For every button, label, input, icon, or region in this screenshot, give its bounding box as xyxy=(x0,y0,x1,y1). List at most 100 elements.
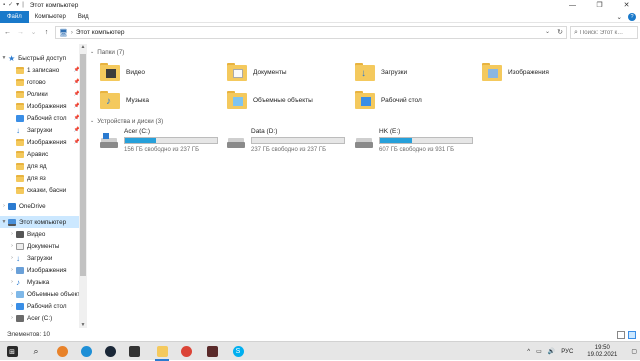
notification-icon[interactable]: ▢ xyxy=(631,348,637,355)
tray-overflow-icon[interactable]: ^ xyxy=(527,349,530,355)
clock[interactable]: 19:50 19.02.2021 xyxy=(584,345,620,359)
chevron-right-icon[interactable]: › xyxy=(8,303,16,309)
battery-icon[interactable]: ▭ xyxy=(536,348,542,355)
nav-scrollbar[interactable]: ▲ ▼ xyxy=(79,44,87,328)
nav-item-recorded[interactable]: 1 записано 📌 xyxy=(0,64,86,76)
breadcrumb-separator[interactable]: › xyxy=(71,30,73,36)
tiles-view-button[interactable] xyxy=(628,330,636,339)
nav-label: Быстрый доступ xyxy=(18,54,66,62)
chevron-right-icon[interactable]: › xyxy=(8,315,16,321)
nav-item-downloads[interactable]: ↓ Загрузки 📌 xyxy=(0,124,86,136)
folder-3d-objects[interactable]: Объемные объекты xyxy=(227,87,313,113)
nav-item-done[interactable]: готово 📌 xyxy=(0,76,86,88)
taskbar-app-1[interactable] xyxy=(50,342,74,361)
folder-music[interactable]: ♪ Музыка xyxy=(100,87,149,113)
taskbar-file-explorer[interactable] xyxy=(150,342,174,361)
group-title: Устройства и диски (3) xyxy=(97,117,164,125)
volume-icon[interactable]: 🔊 xyxy=(548,348,555,355)
nav-item-images[interactable]: Изображения 📌 xyxy=(0,100,86,112)
nav-item-aravis[interactable]: Аравис xyxy=(0,148,86,160)
language-indicator[interactable]: РУС xyxy=(561,349,573,355)
taskbar-chrome[interactable] xyxy=(174,342,198,361)
taskbar-app-game[interactable] xyxy=(200,342,224,361)
search-input[interactable] xyxy=(579,29,638,36)
nav-item-fairy-tales[interactable]: сказки, басни xyxy=(0,184,86,196)
refresh-icon[interactable]: ↻ xyxy=(557,27,563,38)
nav-item-desktop[interactable]: Рабочий стол 📌 xyxy=(0,112,86,124)
nav-item-for-yaz[interactable]: для яз xyxy=(0,172,86,184)
chevron-right-icon[interactable]: › xyxy=(8,231,16,237)
chevron-down-icon[interactable]: ⌄ xyxy=(90,49,94,55)
checkmark-icon[interactable]: ✓ xyxy=(8,0,13,11)
chevron-right-icon[interactable]: › xyxy=(8,291,16,297)
taskbar-search-button[interactable]: ⌕ xyxy=(24,342,48,361)
taskbar: ⊞ ⌕ S ^ ▭ 🔊 РУС 19:50 19.02.2021 ▢ xyxy=(0,341,640,361)
folder-documents[interactable]: Документы xyxy=(227,59,287,85)
folder-desktop[interactable]: Рабочий стол xyxy=(355,87,422,113)
folder-images[interactable]: Изображения xyxy=(482,59,549,85)
forward-button[interactable]: → xyxy=(15,27,26,38)
nav-item-images-2[interactable]: Изображения 📌 xyxy=(0,136,86,148)
nav-item-clips[interactable]: Ролики 📌 xyxy=(0,88,86,100)
details-view-button[interactable] xyxy=(617,330,625,339)
chevron-right-icon[interactable]: › xyxy=(0,203,8,209)
chevron-right-icon[interactable]: › xyxy=(8,243,16,249)
chevron-down-icon[interactable]: ▼ xyxy=(0,55,8,61)
chevron-right-icon[interactable]: › xyxy=(8,255,16,261)
scroll-up-icon[interactable]: ▲ xyxy=(79,44,87,50)
tab-computer[interactable]: Компьютер xyxy=(29,11,72,23)
nav-item-for-yad[interactable]: для яд xyxy=(0,160,86,172)
nav-pc-images[interactable]: › Изображения xyxy=(0,264,86,276)
nav-label: Документы xyxy=(27,242,60,250)
folder-video[interactable]: Видео xyxy=(100,59,145,85)
scrollbar-thumb[interactable] xyxy=(80,54,86,276)
address-bar[interactable]: 🖥 › Этот компьютер ⌄ ↻ xyxy=(55,26,567,39)
nav-label: OneDrive xyxy=(19,202,46,210)
nav-this-pc[interactable]: ▼ Этот компьютер xyxy=(0,216,86,228)
taskbar-skype[interactable]: S xyxy=(226,342,250,361)
nav-pc-documents[interactable]: › Документы xyxy=(0,240,86,252)
nav-quick-access[interactable]: ▼ ★ Быстрый доступ xyxy=(0,52,86,64)
taskbar-edge[interactable] xyxy=(74,342,98,361)
breadcrumb-this-pc[interactable]: Этот компьютер xyxy=(76,29,125,36)
nav-pc-downloads[interactable]: › ↓ Загрузки xyxy=(0,252,86,264)
search-box[interactable]: ⌕ xyxy=(570,26,638,39)
close-button[interactable]: ✕ xyxy=(613,0,640,11)
folders-group-header[interactable]: ⌄ Папки (7) xyxy=(90,47,124,57)
help-icon[interactable]: ? xyxy=(628,13,636,21)
view-switcher xyxy=(617,330,636,339)
downloads-folder-icon: ↓ xyxy=(355,63,375,81)
drive-c[interactable]: Acer (C:) 156 ГБ свободно из 237 ГБ xyxy=(100,128,225,158)
drives-group-header[interactable]: ⌄ Устройства и диски (3) xyxy=(90,116,163,126)
taskbar-app-video[interactable] xyxy=(122,342,146,361)
up-button[interactable]: ↑ xyxy=(41,27,52,38)
chevron-down-icon[interactable]: ▼ xyxy=(0,219,8,225)
customize-toolbar-icon[interactable]: ▾ xyxy=(16,0,19,11)
drive-e[interactable]: HK (E:) 607 ГБ свободно из 931 ГБ xyxy=(355,128,480,158)
nav-pc-drive-c[interactable]: › Acer (C:) xyxy=(0,312,86,324)
chevron-right-icon[interactable]: › xyxy=(8,267,16,273)
nav-pc-3d-objects[interactable]: › Объемные объекты xyxy=(0,288,86,300)
maximize-button[interactable]: ❐ xyxy=(586,0,613,11)
address-dropdown-icon[interactable]: ⌄ xyxy=(545,27,550,38)
start-button[interactable]: ⊞ xyxy=(0,342,24,361)
properties-icon[interactable]: ▪ xyxy=(3,0,5,11)
nav-pc-video[interactable]: › Видео xyxy=(0,228,86,240)
nav-pc-music[interactable]: › ♪ Музыка xyxy=(0,276,86,288)
drive-usage-fill xyxy=(125,138,157,143)
nav-label: Загрузки xyxy=(27,254,53,262)
nav-onedrive[interactable]: › OneDrive xyxy=(0,200,86,212)
folder-downloads[interactable]: ↓ Загрузки xyxy=(355,59,407,85)
minimize-button[interactable]: — xyxy=(559,0,586,11)
taskbar-app-steam[interactable] xyxy=(98,342,122,361)
chevron-down-icon[interactable]: ⌄ xyxy=(90,118,94,124)
tab-file[interactable]: Файл xyxy=(0,10,29,23)
group-title: Папки (7) xyxy=(97,48,125,56)
back-button[interactable]: ← xyxy=(2,27,13,38)
tab-view[interactable]: Вид xyxy=(72,11,95,23)
chevron-right-icon[interactable]: › xyxy=(8,279,16,285)
drive-d[interactable]: Data (D:) 237 ГБ свободно из 237 ГБ xyxy=(227,128,352,158)
nav-pc-desktop[interactable]: › Рабочий стол xyxy=(0,300,86,312)
expand-ribbon-icon[interactable]: ⌄ xyxy=(617,13,622,21)
recent-locations-button[interactable]: ⌄ xyxy=(28,27,39,38)
